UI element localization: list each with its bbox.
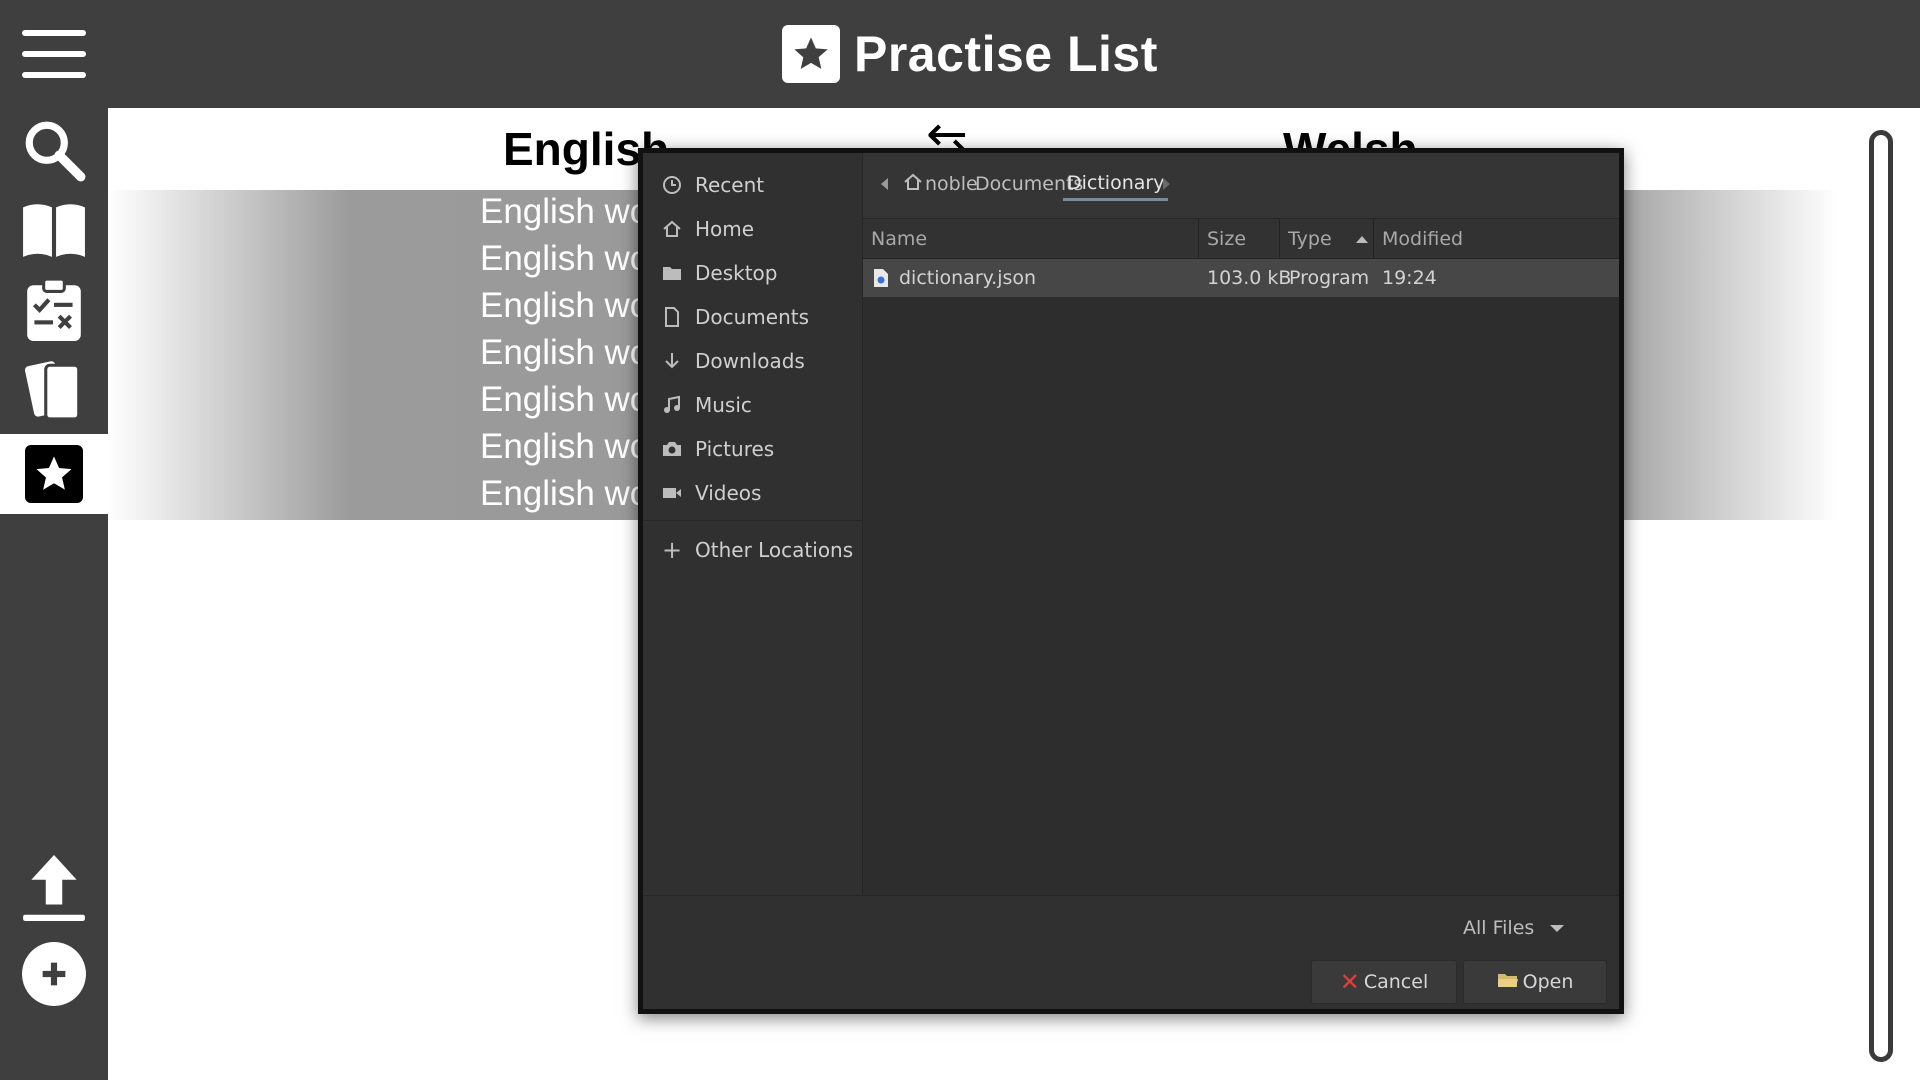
chevron-down-icon [1550, 924, 1565, 932]
cards-icon [24, 361, 81, 421]
star-icon [25, 445, 83, 503]
crumb-label: Dictionary [1067, 171, 1165, 194]
file-size: 103.0 kB [1207, 267, 1292, 289]
place-label: Documents [695, 305, 810, 329]
column-label: Name [871, 228, 928, 250]
star-icon [782, 25, 840, 83]
close-icon: ✕ [1339, 968, 1360, 996]
page-header: Practise List [782, 24, 1158, 84]
dialog-footer: All Files ✕ Cancel Open [643, 895, 1619, 1009]
filter-label: All Files [1463, 917, 1535, 939]
file-list-header: Name Size Type Modified [863, 219, 1619, 259]
plus-circle-icon [22, 942, 86, 1006]
place-music[interactable]: Music [643, 385, 863, 425]
place-label: Videos [695, 481, 762, 505]
column-header-size[interactable]: Size [1199, 219, 1280, 259]
place-label: Home [695, 217, 755, 241]
home-icon [903, 173, 923, 196]
camera-icon [661, 438, 683, 460]
place-downloads[interactable]: Downloads [643, 341, 863, 381]
sidebar-item-add[interactable] [0, 934, 108, 1014]
top-bar: Practise List [0, 0, 1920, 108]
sidebar-item-upload[interactable] [0, 848, 108, 928]
place-label: Recent [695, 173, 765, 197]
sidebar-item-quiz[interactable] [0, 270, 108, 350]
button-label: Cancel [1363, 971, 1429, 993]
path-crumb-dictionary[interactable]: Dictionary [1063, 167, 1169, 201]
place-documents[interactable]: Documents [643, 297, 863, 337]
place-pictures[interactable]: Pictures [643, 429, 863, 469]
file-list: Name Size Type Modified dictionary.json … [863, 219, 1619, 895]
place-videos[interactable]: Videos [643, 473, 863, 513]
search-icon [25, 121, 86, 182]
place-label: Other Locations [695, 538, 854, 562]
plus-icon: + [661, 536, 683, 564]
clipboard-check-icon [27, 277, 81, 341]
video-icon [661, 482, 683, 504]
file-chooser-dialog: Recent Home Desktop Documents Downloads … [638, 148, 1624, 1014]
menu-line [22, 72, 86, 78]
path-forward-button[interactable] [1163, 167, 1170, 201]
column-label: Modified [1382, 228, 1464, 250]
path-bar: noble Documents Dictionary [863, 153, 1619, 219]
table-row[interactable]: dictionary.json 103.0 kB Program 19:24 [863, 259, 1619, 297]
column-header-name[interactable]: Name [863, 219, 1199, 259]
sidebar-item-practise-list[interactable] [0, 434, 108, 514]
upload-icon [23, 855, 85, 921]
file-name: dictionary.json [899, 267, 1037, 289]
places-sidebar: Recent Home Desktop Documents Downloads … [643, 153, 863, 895]
open-book-icon [23, 204, 85, 257]
download-icon [661, 350, 683, 372]
sidebar-item-flashcards[interactable] [0, 350, 108, 430]
path-crumb-home[interactable]: noble [903, 167, 978, 201]
divider [643, 520, 863, 521]
menu-line [22, 51, 86, 57]
place-label: Pictures [695, 437, 775, 461]
place-label: Desktop [695, 261, 778, 285]
path-back-button[interactable] [881, 167, 888, 201]
place-other-locations[interactable]: + Other Locations [643, 530, 863, 570]
file-type-filter-dropdown[interactable]: All Files [1463, 910, 1601, 946]
chevron-right-icon [1163, 178, 1170, 190]
file-type: Program [1289, 267, 1370, 289]
crumb-label: noble [925, 173, 978, 195]
chevron-left-icon [881, 178, 888, 190]
sidebar-item-dictionary[interactable] [0, 190, 108, 270]
document-icon [661, 306, 683, 328]
music-icon [661, 394, 683, 416]
column-label: Type [1288, 228, 1332, 250]
button-label: Open [1522, 971, 1574, 993]
place-home[interactable]: Home [643, 209, 863, 249]
clock-icon [661, 174, 683, 196]
cancel-button[interactable]: ✕ Cancel [1311, 960, 1457, 1004]
column-header-type[interactable]: Type [1280, 219, 1374, 259]
folder-icon [1497, 971, 1519, 994]
place-label: Music [695, 393, 752, 417]
file-icon [873, 259, 889, 297]
sidebar [0, 108, 108, 1080]
hamburger-menu-button[interactable] [22, 30, 86, 78]
file-modified: 19:24 [1382, 267, 1437, 289]
place-label: Downloads [695, 349, 805, 373]
sidebar-item-search[interactable] [0, 110, 108, 190]
page-title: Practise List [854, 26, 1158, 82]
column-header-modified[interactable]: Modified [1374, 219, 1619, 259]
home-icon [661, 218, 683, 240]
folder-icon [661, 262, 683, 284]
sort-ascending-icon [1355, 235, 1368, 243]
menu-line [22, 30, 86, 36]
open-button[interactable]: Open [1463, 960, 1607, 1004]
place-recent[interactable]: Recent [643, 165, 863, 205]
vertical-scrollbar[interactable] [1869, 130, 1893, 1062]
place-desktop[interactable]: Desktop [643, 253, 863, 293]
column-label: Size [1207, 228, 1247, 250]
